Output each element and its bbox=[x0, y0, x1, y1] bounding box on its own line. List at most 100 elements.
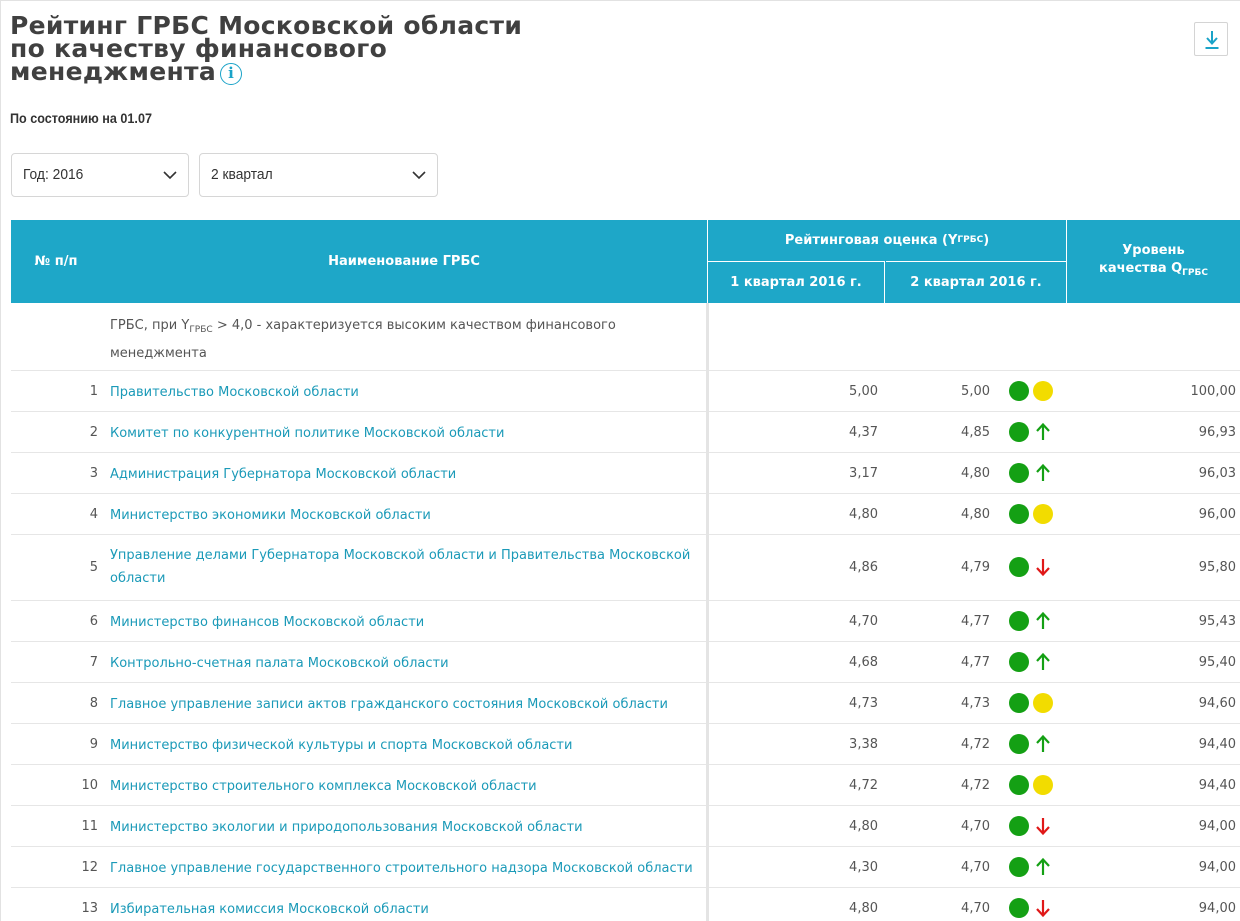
row-number: 5 bbox=[89, 560, 98, 575]
trend-down-arrow-icon bbox=[1036, 559, 1050, 577]
q1-score: 4,86 bbox=[849, 560, 878, 575]
status-dot-icon bbox=[1009, 857, 1029, 877]
quality-level: 94,00 bbox=[1198, 819, 1236, 834]
status-dot-icon bbox=[1009, 422, 1029, 442]
quality-level: 95,43 bbox=[1198, 614, 1236, 629]
column-header-num[interactable]: № п/п bbox=[11, 220, 101, 303]
download-arrow-icon bbox=[1205, 31, 1219, 49]
q2-cell: 4,85 bbox=[886, 412, 1066, 453]
q2-score: 4,70 bbox=[961, 860, 990, 875]
quarter-select[interactable]: 2 квартал bbox=[199, 153, 438, 197]
quality-level: 100,00 bbox=[1190, 384, 1237, 399]
q2-score: 4,77 bbox=[961, 614, 990, 629]
q2-cell: 4,70 bbox=[886, 806, 1066, 847]
trend-up-arrow-icon bbox=[1036, 857, 1050, 875]
q2-cell: 4,72 bbox=[886, 724, 1066, 765]
status-dot-icon bbox=[1009, 652, 1029, 672]
q2-cell: 4,77 bbox=[886, 642, 1066, 683]
row-number: 10 bbox=[81, 778, 98, 793]
q2-cell: 4,80 bbox=[886, 453, 1066, 494]
trend-down-arrow-icon bbox=[1036, 818, 1050, 836]
q2-score: 4,73 bbox=[961, 696, 990, 711]
trend-unchanged-icon bbox=[1033, 381, 1053, 401]
table-header: № п/п Наименование ГРБС Рейтинговая оцен… bbox=[11, 220, 1240, 303]
trend-unchanged-icon bbox=[1033, 775, 1053, 795]
download-button[interactable] bbox=[1194, 22, 1228, 56]
q2-score: 4,72 bbox=[961, 778, 990, 793]
grbs-name-link[interactable]: Министерство физической культуры и спорт… bbox=[110, 734, 700, 757]
grbs-name-link[interactable]: Администрация Губернатора Московской обл… bbox=[110, 463, 700, 486]
grbs-name-link[interactable]: Избирательная комиссия Московской област… bbox=[110, 898, 700, 921]
status-dot-icon bbox=[1009, 463, 1029, 483]
table-row: 5 Управление делами Губернатора Московско… bbox=[11, 535, 1240, 601]
q1-score: 4,73 bbox=[849, 696, 878, 711]
q2-score: 4,80 bbox=[961, 466, 990, 481]
row-number: 8 bbox=[89, 696, 98, 711]
quality-level: 95,80 bbox=[1198, 560, 1236, 575]
table-row: 4 Министерство экономики Московской облас… bbox=[11, 494, 1240, 535]
trend-up-arrow-icon bbox=[1036, 611, 1050, 629]
quality-level: 94,00 bbox=[1198, 901, 1236, 916]
grbs-name-link[interactable]: Комитет по конкурентной политике Московс… bbox=[110, 422, 700, 445]
q2-cell: 4,77 bbox=[886, 601, 1066, 642]
column-header-q1[interactable]: 1 квартал 2016 г. bbox=[708, 261, 885, 303]
level-header-text: Уровень качества QГРБС bbox=[1099, 242, 1208, 282]
page-title-line-3-text: менеджмента bbox=[10, 57, 217, 86]
table-row: 10 Министерство строительного комплекса М… bbox=[11, 765, 1240, 806]
group-row-text-a: ГРБС, при Y bbox=[110, 318, 190, 333]
table-row: 8 Главное управление записи актов граждан… bbox=[11, 683, 1240, 724]
grbs-name-link[interactable]: Министерство финансов Московской области bbox=[110, 611, 700, 634]
status-dot-icon bbox=[1009, 898, 1029, 918]
column-header-name[interactable]: Наименование ГРБС bbox=[101, 220, 707, 303]
trend-up-arrow-icon bbox=[1036, 652, 1050, 670]
row-number: 9 bbox=[89, 737, 98, 752]
grbs-name-link[interactable]: Правительство Московской области bbox=[110, 381, 700, 404]
table-row: 12 Главное управление государственного ст… bbox=[11, 847, 1240, 888]
table-row: 3 Администрация Губернатора Московской об… bbox=[11, 453, 1240, 494]
row-number: 6 bbox=[89, 614, 98, 629]
status-dot-icon bbox=[1009, 775, 1029, 795]
year-select[interactable]: Год: 2016 bbox=[11, 153, 189, 197]
table-row: 2 Комитет по конкурентной политике Москов… bbox=[11, 412, 1240, 453]
trend-up-arrow-icon bbox=[1036, 734, 1050, 752]
row-number: 7 bbox=[89, 655, 98, 670]
trend-unchanged-icon bbox=[1033, 693, 1053, 713]
status-dot-icon bbox=[1009, 557, 1029, 577]
q1-score: 3,17 bbox=[849, 466, 878, 481]
grbs-name-link[interactable]: Министерство строительного комплекса Мос… bbox=[110, 775, 700, 798]
rating-header-end: ) bbox=[983, 232, 990, 248]
quality-level: 94,40 bbox=[1198, 737, 1236, 752]
q2-cell: 5,00 bbox=[886, 371, 1066, 412]
grbs-name-link[interactable]: Главное управление государственного стро… bbox=[110, 857, 700, 880]
status-dot-icon bbox=[1009, 611, 1029, 631]
q2-cell: 4,73 bbox=[886, 683, 1066, 724]
grbs-name-link[interactable]: Министерство экологии и природопользован… bbox=[110, 816, 700, 839]
q1-score: 5,00 bbox=[849, 384, 878, 399]
column-header-q2[interactable]: 2 квартал 2016 г. bbox=[886, 261, 1066, 303]
grbs-name-link[interactable]: Контрольно-счетная палата Московской обл… bbox=[110, 652, 700, 675]
row-number: 3 bbox=[89, 466, 98, 481]
quality-level: 94,60 bbox=[1198, 696, 1236, 711]
page-title: Рейтинг ГРБС Московской области по качес… bbox=[10, 13, 610, 86]
q1-score: 4,70 bbox=[849, 614, 878, 629]
info-icon[interactable]: i bbox=[220, 63, 243, 85]
column-header-level[interactable]: Уровень качества QГРБС bbox=[1067, 220, 1240, 303]
page-title-line-3: менеджмента i bbox=[10, 57, 610, 86]
status-dot-icon bbox=[1009, 693, 1029, 713]
trend-unchanged-icon bbox=[1033, 504, 1053, 524]
q1-score: 4,37 bbox=[849, 425, 878, 440]
level-header-sub: ГРБС bbox=[1182, 267, 1208, 278]
q1-score: 4,30 bbox=[849, 860, 878, 875]
grbs-name-link[interactable]: Министерство экономики Московской област… bbox=[110, 504, 700, 527]
grbs-name-link[interactable]: Управление делами Губернатора Московской… bbox=[110, 544, 700, 590]
grbs-name-link[interactable]: Главное управление записи актов гражданс… bbox=[110, 693, 700, 716]
q2-score: 4,72 bbox=[961, 737, 990, 752]
table-row: 7 Контрольно-счетная палата Московской об… bbox=[11, 642, 1240, 683]
rating-header-text: Рейтинговая оценка (Y bbox=[784, 232, 958, 248]
q2-cell: 4,70 bbox=[886, 888, 1066, 921]
q2-score: 4,85 bbox=[961, 425, 990, 440]
q1-score: 4,80 bbox=[849, 819, 878, 834]
row-number: 1 bbox=[89, 384, 98, 399]
q1-score: 4,80 bbox=[849, 507, 878, 522]
q2-score: 4,70 bbox=[961, 819, 990, 834]
